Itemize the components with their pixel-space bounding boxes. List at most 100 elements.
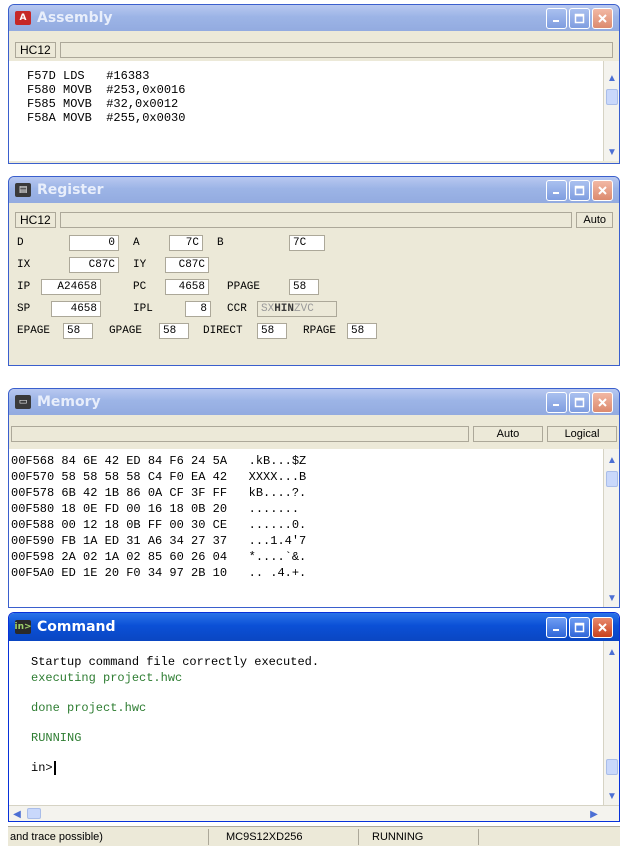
register-grid: D 0 A 7C B 7C IX C87C IY C87C IP A24658 … [17,233,613,359]
command-title: Command [37,619,116,635]
assembly-titlebar[interactable]: A Assembly [9,5,619,31]
scroll-right-icon[interactable]: ▶ [587,807,601,821]
scroll-up-icon[interactable]: ▲ [605,453,619,467]
ccr-flags[interactable]: SXHINZVC [257,301,337,317]
reg-value-rpage[interactable]: 58 [347,323,377,339]
reg-value-gpage[interactable]: 58 [159,323,189,339]
status-run-state: RUNNING [372,831,424,843]
maximize-button[interactable] [569,616,590,638]
close-icon [598,622,607,632]
close-button[interactable] [592,391,613,413]
memory-row[interactable]: 00F580 18 0E FD 00 16 18 0B 20 ....... [11,501,619,517]
ccr-active-flags: HIN [274,303,295,315]
reg-value-direct[interactable]: 58 [257,323,287,339]
reg-label-ipl: IPL [133,303,153,315]
memory-row[interactable]: 00F590 FB 1A ED 31 A6 34 27 37 ...1.4'7 [11,533,619,549]
reg-value-iy[interactable]: C87C [165,257,209,273]
maximize-icon [574,622,585,632]
memory-row[interactable]: 00F598 2A 02 1A 02 85 60 26 04 *....`&. [11,549,619,565]
memory-row[interactable]: 00F570 58 58 58 58 C4 F0 EA 42 XXXX...B [11,469,619,485]
reg-value-sp[interactable]: 4658 [51,301,101,317]
command-output-line: executing project.hwc [31,671,183,685]
reg-label-epage: EPAGE [17,325,51,337]
minimize-icon [553,628,559,631]
memory-title: Memory [37,394,101,410]
reg-label-ppage: PPAGE [227,281,261,293]
reg-value-ip[interactable]: A24658 [41,279,101,295]
tab-filler [59,42,613,58]
reg-value-ix[interactable]: C87C [69,257,119,273]
code-line[interactable]: F58A MOVB #255,0x0030 [27,111,619,125]
memory-row[interactable]: 00F568 84 6E 42 ED 84 F6 24 5A .kB...$Z [11,453,619,469]
minimize-button[interactable] [546,391,567,413]
reg-label-d: D [17,237,24,249]
memory-row[interactable]: 00F588 00 12 18 0B FF 00 30 CE ......0. [11,517,619,533]
code-line[interactable]: F57D LDS #16383 [27,69,619,83]
register-mode-auto[interactable]: Auto [576,212,613,228]
memory-row[interactable]: 00F578 6B 42 1B 86 0A CF 3F FF kB....?. [11,485,619,501]
minimize-button[interactable] [546,179,567,201]
maximize-button[interactable] [569,7,590,29]
assembly-code-pane[interactable]: F57D LDS #16383 F580 MOVB #253,0x0016 F5… [9,61,619,161]
vertical-scrollbar[interactable]: ▲ ▼ [603,641,619,805]
register-titlebar[interactable]: ▤ Register [9,177,619,203]
tab-hc12[interactable]: HC12 [15,212,56,228]
reg-label-pc: PC [133,281,147,293]
reg-value-ipl[interactable]: 8 [185,301,211,317]
maximize-button[interactable] [569,179,590,201]
reg-label-direct: DIRECT [203,325,243,337]
command-output-line: RUNNING [31,731,82,745]
code-line[interactable]: F580 MOVB #253,0x0016 [27,83,619,97]
maximize-button[interactable] [569,391,590,413]
reg-value-epage[interactable]: 58 [63,323,93,339]
tab-filler [59,212,573,228]
tab-hc12[interactable]: HC12 [15,42,56,58]
memory-mode-auto[interactable]: Auto [473,426,543,442]
scroll-down-icon[interactable]: ▼ [605,591,619,605]
scroll-thumb[interactable] [606,89,618,105]
memory-window: ▭ Memory Auto Logical 00F568 84 6E 42 ED… [8,388,620,608]
scroll-up-icon[interactable]: ▲ [605,71,619,85]
close-icon [598,397,607,407]
reg-value-a[interactable]: 7C [169,235,203,251]
reg-value-b[interactable]: 7C [289,235,325,251]
minimize-button[interactable] [546,7,567,29]
command-input-line[interactable]: in> [31,761,619,779]
command-titlebar[interactable]: in> Command [9,613,619,641]
assembly-tabrow: HC12 [9,41,619,59]
scroll-thumb[interactable] [27,808,41,819]
reg-value-ppage[interactable]: 58 [289,279,319,295]
scroll-thumb[interactable] [606,759,618,775]
command-output-pane[interactable]: Startup command file correctly executed.… [9,641,619,821]
memory-titlebar[interactable]: ▭ Memory [9,389,619,415]
vertical-scrollbar[interactable]: ▲ ▼ [603,449,619,607]
memory-dump-pane[interactable]: 00F568 84 6E 42 ED 84 F6 24 5A .kB...$Z … [9,449,619,607]
scroll-left-icon[interactable]: ◀ [10,807,24,821]
scroll-up-icon[interactable]: ▲ [605,645,619,659]
reg-value-pc[interactable]: 4658 [165,279,209,295]
command-prompt: in> [31,761,53,776]
vertical-scrollbar[interactable]: ▲ ▼ [603,61,619,161]
close-button[interactable] [592,179,613,201]
memory-view-logical[interactable]: Logical [547,426,617,442]
status-divider [478,829,479,845]
scroll-thumb[interactable] [606,471,618,487]
memory-row[interactable]: 00F5A0 ED 1E 20 F0 34 97 2B 10 .. .4.+. [11,565,619,581]
ccr-inactive-flags: ZVC [294,303,314,315]
memory-app-icon: ▭ [15,395,31,409]
code-line[interactable]: F585 MOVB #32,0x0012 [27,97,619,111]
assembly-window: A Assembly HC12 F57D LDS #16383 F580 MOV… [8,4,620,164]
reg-value-d[interactable]: 0 [69,235,119,251]
reg-label-sp: SP [17,303,31,315]
reg-label-a: A [133,237,140,249]
horizontal-scrollbar[interactable]: ◀ ▶ [9,805,619,821]
close-button[interactable] [592,616,613,638]
scroll-down-icon[interactable]: ▼ [605,145,619,159]
close-button[interactable] [592,7,613,29]
memory-address-field[interactable] [11,426,469,442]
minimize-button[interactable] [546,616,567,638]
minimize-icon [553,191,559,194]
scroll-down-icon[interactable]: ▼ [605,789,619,803]
assembly-title: Assembly [37,10,113,26]
command-window: in> Command Startup command file correct… [8,612,620,822]
